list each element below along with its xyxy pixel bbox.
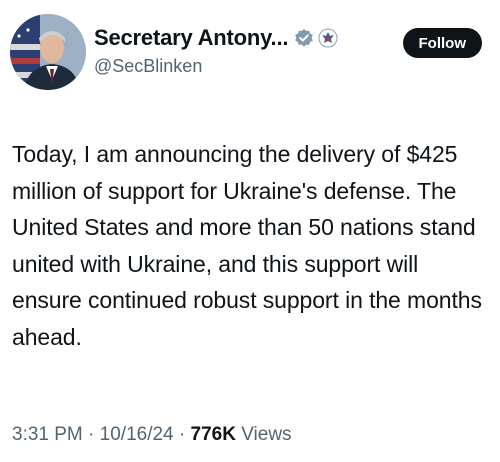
- tweet-date[interactable]: 10/16/24: [100, 424, 174, 445]
- tweet-time[interactable]: 3:31 PM: [12, 424, 83, 445]
- tweet-meta: 3:31 PM · 10/16/24 · 776K Views: [12, 424, 292, 446]
- avatar[interactable]: [10, 14, 86, 90]
- tweet-text: Today, I am announcing the delivery of $…: [12, 141, 482, 350]
- state-department-seal-icon: [318, 28, 338, 48]
- user-handle[interactable]: @SecBlinken: [94, 56, 202, 77]
- meta-separator: ·: [178, 424, 186, 445]
- display-name[interactable]: Secretary Antony...: [94, 25, 288, 51]
- follow-button[interactable]: Follow: [402, 28, 482, 58]
- views-label: Views: [241, 424, 292, 445]
- views-count[interactable]: 776K: [191, 424, 236, 445]
- tweet-header: Secretary Antony... @SecBlinken Follow: [10, 14, 490, 96]
- name-row: Secretary Antony...: [94, 22, 338, 54]
- verified-badge-icon: [294, 28, 314, 48]
- meta-separator: ·: [88, 424, 95, 445]
- avatar-photo: [10, 14, 86, 90]
